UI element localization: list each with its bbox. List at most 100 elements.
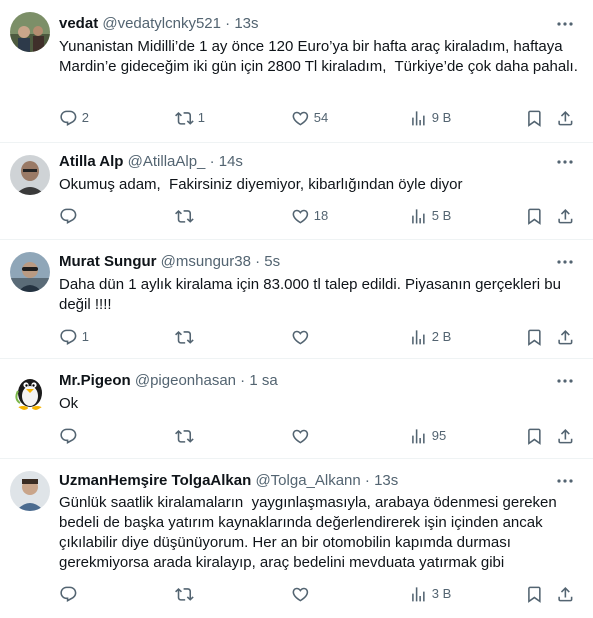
views-count: 95 xyxy=(431,428,447,443)
separator: · xyxy=(225,15,231,32)
bookmark-icon xyxy=(528,208,541,225)
reply-button[interactable] xyxy=(59,426,82,446)
views-button[interactable]: 5 B xyxy=(409,206,451,226)
views-button[interactable]: 9 B xyxy=(409,108,451,128)
tweet-header: UzmanHemşire TolgaAlkan @Tolga_Alkann · … xyxy=(59,471,398,491)
display-name[interactable]: Mr.Pigeon xyxy=(59,372,131,389)
tweet-text: Yunanistan Midilli’de 1 ay önce 120 Euro… xyxy=(59,38,578,75)
tweet[interactable]: UzmanHemşire TolgaAlkan @Tolga_Alkann · … xyxy=(0,459,593,618)
like-icon xyxy=(292,587,309,602)
tweet-text: Günlük saatlik kiralamaların yaygınlaşma… xyxy=(59,494,561,571)
bookmark-button[interactable] xyxy=(525,327,544,347)
handle[interactable]: @pigeonhasan xyxy=(135,372,236,389)
share-icon xyxy=(558,208,573,224)
tweet[interactable]: Mr.Pigeon @pigeonhasan · 1 sa Ok 95 xyxy=(0,359,593,459)
timestamp[interactable]: 14s xyxy=(219,153,243,170)
views-count: 5 B xyxy=(431,208,452,223)
repost-icon xyxy=(175,111,194,125)
share-button[interactable] xyxy=(556,426,575,446)
timestamp[interactable]: 5s xyxy=(264,253,280,270)
reply-button[interactable] xyxy=(59,584,82,604)
bookmark-icon xyxy=(528,329,541,346)
display-name[interactable]: Murat Sungur xyxy=(59,253,157,270)
bookmark-button[interactable] xyxy=(525,206,544,226)
handle[interactable]: @Tolga_Alkann xyxy=(255,472,360,489)
repost-count: 1 xyxy=(197,110,205,125)
separator: · xyxy=(209,153,215,170)
reply-button[interactable] xyxy=(59,206,82,226)
reply-icon xyxy=(60,428,77,444)
more-dots-icon[interactable] xyxy=(555,252,575,272)
timestamp[interactable]: 13s xyxy=(374,472,398,489)
like-button[interactable]: 54 xyxy=(291,108,328,128)
repost-button[interactable]: 1 xyxy=(175,108,205,128)
tweet[interactable]: vedat @vedatylcnky521 · 13s Yunanistan M… xyxy=(0,0,593,143)
like-button[interactable] xyxy=(291,584,314,604)
tweet-text: Daha dün 1 aylık kiralama için 83.000 tl… xyxy=(59,276,566,313)
views-button[interactable]: 3 B xyxy=(409,584,451,604)
repost-icon xyxy=(175,209,194,223)
reply-icon xyxy=(60,329,77,345)
repost-button[interactable] xyxy=(175,426,198,446)
views-icon xyxy=(412,110,425,126)
like-count: 18 xyxy=(313,208,329,223)
views-count: 9 B xyxy=(431,110,452,125)
repost-icon xyxy=(175,330,194,344)
more-dots-icon[interactable] xyxy=(555,471,575,491)
tweet-actions: 95 xyxy=(59,426,583,446)
reply-button[interactable]: 2 xyxy=(59,108,89,128)
bookmark-button[interactable] xyxy=(525,584,544,604)
repost-button[interactable] xyxy=(175,327,198,347)
tweet-text: Okumuş adam, Fakirsiniz diyemiyor, kibar… xyxy=(59,176,463,193)
avatar[interactable] xyxy=(10,471,50,511)
avatar[interactable] xyxy=(10,252,50,292)
avatar[interactable] xyxy=(10,12,50,52)
tweet-header: vedat @vedatylcnky521 · 13s xyxy=(59,14,259,34)
repost-button[interactable] xyxy=(175,206,198,226)
share-button[interactable] xyxy=(556,108,575,128)
repost-icon xyxy=(175,429,194,443)
share-button[interactable] xyxy=(556,584,575,604)
separator: · xyxy=(240,372,246,389)
more-dots-icon[interactable] xyxy=(555,371,575,391)
like-count: 54 xyxy=(313,110,329,125)
handle[interactable]: @AtillaAlp_ xyxy=(128,153,206,170)
views-button[interactable]: 95 xyxy=(409,426,446,446)
bookmark-button[interactable] xyxy=(525,426,544,446)
views-button[interactable]: 2 B xyxy=(409,327,451,347)
like-icon xyxy=(292,209,309,224)
handle[interactable]: @vedatylcnky521 xyxy=(102,15,221,32)
avatar[interactable] xyxy=(10,371,50,411)
like-button[interactable] xyxy=(291,426,314,446)
share-icon xyxy=(558,586,573,602)
share-button[interactable] xyxy=(556,327,575,347)
handle[interactable]: @msungur38 xyxy=(161,253,251,270)
reply-button[interactable]: 1 xyxy=(59,327,89,347)
tweet-header: Atilla Alp @AtillaAlp_ · 14s xyxy=(59,152,243,172)
tweet[interactable]: Murat Sungur @msungur38 · 5s Daha dün 1 … xyxy=(0,240,593,359)
display-name[interactable]: Atilla Alp xyxy=(59,153,123,170)
reply-icon xyxy=(60,110,77,126)
reply-count: 2 xyxy=(81,110,89,125)
repost-button[interactable] xyxy=(175,584,198,604)
like-button[interactable] xyxy=(291,327,314,347)
tweet-header: Murat Sungur @msungur38 · 5s xyxy=(59,252,280,272)
avatar[interactable] xyxy=(10,155,50,195)
display-name[interactable]: vedat xyxy=(59,15,98,32)
share-button[interactable] xyxy=(556,206,575,226)
tweet[interactable]: Atilla Alp @AtillaAlp_ · 14s Okumuş adam… xyxy=(0,143,593,240)
bookmark-icon xyxy=(528,428,541,445)
reply-count: 1 xyxy=(81,329,89,344)
separator: · xyxy=(255,253,261,270)
bookmark-button[interactable] xyxy=(525,108,544,128)
reply-icon xyxy=(60,586,77,602)
like-button[interactable]: 18 xyxy=(291,206,328,226)
like-icon xyxy=(292,429,309,444)
more-dots-icon[interactable] xyxy=(555,14,575,34)
display-name[interactable]: UzmanHemşire TolgaAlkan xyxy=(59,472,251,489)
more-dots-icon[interactable] xyxy=(555,152,575,172)
views-count: 2 B xyxy=(431,329,452,344)
timestamp[interactable]: 1 sa xyxy=(249,372,277,389)
views-icon xyxy=(412,329,425,345)
timestamp[interactable]: 13s xyxy=(234,15,258,32)
